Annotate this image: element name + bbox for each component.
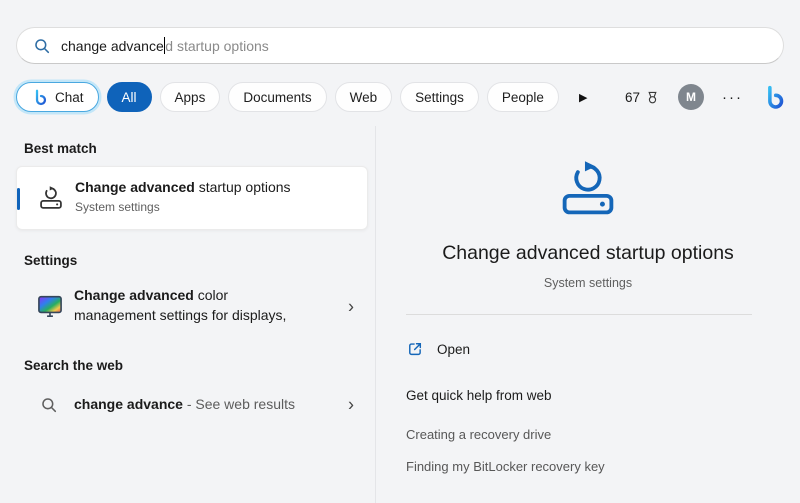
tab-all[interactable]: All — [106, 82, 152, 112]
bing-logo-icon — [768, 85, 784, 109]
tab-apps-label: Apps — [174, 89, 206, 105]
best-match-title-bold: Change advanced — [75, 179, 195, 195]
rewards-medal-icon — [648, 91, 657, 103]
advanced-startup-icon — [40, 186, 62, 209]
selection-accent — [17, 188, 20, 210]
best-match-title: Change advanced startup options — [75, 179, 291, 195]
best-match-title-rest: startup options — [194, 179, 291, 195]
more-filters-icon[interactable]: ▶ — [579, 91, 587, 104]
tab-web-label: Web — [349, 89, 378, 105]
filter-tabs-row: Chat All Apps Documents Web Settings Peo… — [16, 80, 786, 114]
tab-settings-label: Settings — [415, 89, 464, 105]
tab-chat-label: Chat — [55, 89, 84, 105]
chevron-right-icon[interactable]: › — [348, 395, 354, 416]
preview-panel: Change advanced startup options System s… — [376, 126, 800, 503]
search-header-right-cluster: 67 M ··· — [625, 84, 786, 110]
tab-settings[interactable]: Settings — [400, 82, 479, 112]
open-action[interactable]: Open — [406, 340, 470, 358]
search-input[interactable]: change advance d startup options — [16, 27, 784, 64]
web-search-icon — [42, 398, 57, 413]
web-result-bold: change advance — [74, 396, 183, 412]
tab-all-label: All — [121, 89, 137, 105]
bing-logo-button[interactable] — [761, 85, 786, 110]
color-management-icon — [38, 295, 62, 317]
tab-people[interactable]: People — [486, 82, 559, 112]
settings-result-text: Change advanced color management setting… — [74, 285, 286, 325]
best-match-header: Best match — [24, 141, 97, 156]
web-search-result-text: change advance - See web results — [74, 396, 295, 412]
preview-subtitle: System settings — [543, 276, 633, 290]
advanced-startup-hero-icon — [562, 161, 614, 215]
settings-result-bold: Change advanced — [74, 287, 194, 303]
tab-apps[interactable]: Apps — [159, 82, 221, 112]
settings-result-row[interactable]: Change advanced color management setting… — [16, 278, 368, 336]
settings-result-line2: management settings for displays, — [74, 307, 287, 323]
web-section-header: Search the web — [24, 358, 124, 373]
tab-chat[interactable]: Chat — [16, 82, 99, 112]
rewards-counter[interactable]: 67 — [625, 90, 660, 105]
open-label: Open — [437, 341, 471, 357]
tab-documents[interactable]: Documents — [228, 82, 327, 112]
best-match-subtitle: System settings — [75, 200, 160, 214]
windows-search-panel: change advance d startup options Chat Al… — [0, 0, 800, 503]
more-options-icon[interactable]: ··· — [722, 89, 743, 106]
web-search-result-row[interactable]: change advance - See web results › — [16, 382, 368, 428]
chevron-right-icon[interactable]: › — [348, 297, 354, 318]
preview-title: Change advanced startup options — [442, 242, 734, 264]
account-avatar[interactable]: M — [678, 84, 704, 110]
bing-chat-icon — [35, 89, 47, 105]
rewards-value: 67 — [624, 89, 640, 105]
tab-documents-label: Documents — [243, 89, 312, 105]
account-initial: M — [686, 90, 696, 104]
open-external-icon — [409, 343, 422, 356]
web-result-rest: - See web results — [182, 396, 295, 412]
search-inline-suggestion: d startup options — [165, 37, 269, 54]
quick-help-header: Get quick help from web — [406, 388, 552, 403]
help-link-bitlocker[interactable]: Finding my BitLocker recovery key — [406, 459, 605, 474]
tab-web[interactable]: Web — [334, 82, 393, 112]
settings-result-line1-rest: color — [193, 287, 229, 303]
search-icon — [35, 38, 50, 53]
settings-section-header: Settings — [24, 253, 78, 268]
help-link-recovery-drive[interactable]: Creating a recovery drive — [406, 427, 551, 442]
best-match-result[interactable]: Change advanced startup options System s… — [16, 166, 368, 230]
search-typed-text: change advance — [61, 37, 164, 54]
tab-people-label: People — [501, 89, 544, 105]
preview-divider — [406, 314, 752, 315]
